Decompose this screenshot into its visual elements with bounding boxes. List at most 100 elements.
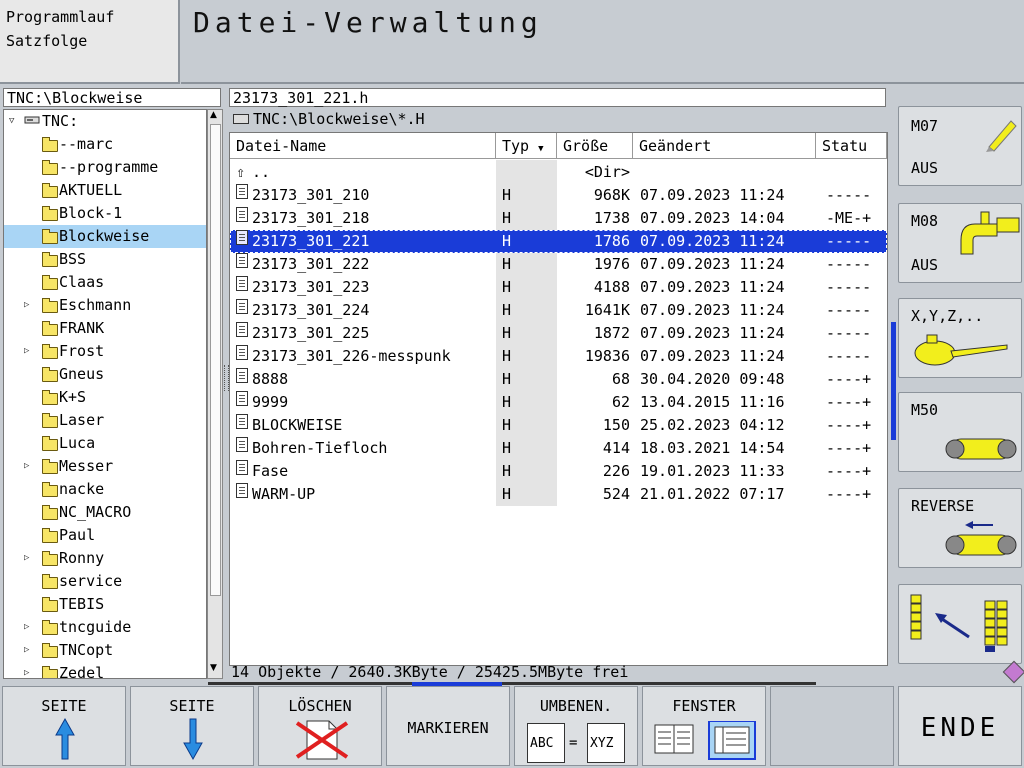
xyz-softkey[interactable]: X,Y,Z,.. [898,298,1022,378]
reverse-label: REVERSE [911,497,975,515]
reverse-softkey[interactable]: REVERSE [898,488,1022,568]
tree-folder-item[interactable]: FRANK [4,317,206,340]
up-directory-row[interactable]: ⇧ .. <Dir> [230,161,887,184]
tree-folder-item[interactable]: ▷ Zedel [4,662,206,678]
tree-folder-item[interactable]: --programme [4,156,206,179]
tree-folder-item[interactable]: --marc [4,133,206,156]
collapse-icon[interactable]: ▽ [9,110,14,133]
tree-folder-item[interactable]: Gneus [4,363,206,386]
expand-icon[interactable]: ▷ [24,340,29,363]
file-icon [236,253,248,268]
file-row[interactable]: 23173_301_221 H 1786 07.09.2023 11:24 ----- [230,230,887,253]
tree-folder-item[interactable]: TEBIS [4,593,206,616]
tree-folder-item[interactable]: Blockweise [4,225,206,248]
file-row[interactable]: 23173_301_226-messpunk H 19836 07.09.2023 1… [230,345,887,368]
file-row[interactable]: Fase H 226 19.01.2023 11:33 ----+ [230,460,887,483]
file-date: 18.03.2021 14:54 [640,437,785,460]
file-name: 23173_301_223 [252,278,370,296]
expand-icon[interactable]: ▷ [24,662,29,678]
file-table[interactable]: Datei-Name Typ ▼ Größe Geändert Statu ⇧ … [229,132,888,666]
file-type: H [502,324,512,342]
tree-folder-item[interactable]: ▷ Frost [4,340,206,363]
expand-icon[interactable]: ▷ [24,294,29,317]
file-row[interactable]: Bohren-Tiefloch H 414 18.03.2021 14:54 ----+ [230,437,887,460]
delete-softkey[interactable]: LÖSCHEN [258,686,382,766]
column-header-status[interactable]: Statu [816,133,887,159]
empty-softkey [770,686,894,766]
file-type: H [502,462,512,480]
m07-softkey[interactable]: M07 AUS [898,106,1022,186]
m08-softkey[interactable]: M08 AUS [898,203,1022,283]
file-status: ----+ [826,416,872,434]
tree-folder-item[interactable]: AKTUELL [4,179,206,202]
tree-folder-item[interactable]: Claas [4,271,206,294]
selected-file-field[interactable]: 23173_301_221.h [229,88,886,107]
directory-path-field[interactable]: TNC:\Blockweise [3,88,221,107]
folder-icon [42,574,58,589]
page-up-softkey[interactable]: SEITE [2,686,126,766]
tree-folder-item[interactable]: ▷ TNCopt [4,639,206,662]
scroll-thumb[interactable] [210,124,221,596]
column-header-size[interactable]: Größe [557,133,633,159]
expand-icon[interactable]: ▷ [24,616,29,639]
rename-softkey[interactable]: UMBENEN. ABC = XYZ [514,686,638,766]
mark-softkey[interactable]: MARKIEREN [386,686,510,766]
file-time-value: 11:24 [739,347,785,365]
tree-folder-item[interactable]: service [4,570,206,593]
tree-folder-item[interactable]: BSS [4,248,206,271]
tree-folder-item[interactable]: Block-1 [4,202,206,225]
expand-icon[interactable]: ▷ [24,639,29,662]
column-header-type[interactable]: Typ ▼ [496,133,557,159]
feed-override-softkey[interactable] [898,584,1022,664]
file-icon [236,230,248,245]
tree-folder-item[interactable]: ▷ Messer [4,455,206,478]
keyboard-indicator-icon [1002,660,1024,684]
scroll-down-icon[interactable]: ▼ [210,663,217,673]
tree-folder-item[interactable]: Paul [4,524,206,547]
file-date-value: 07.09.2023 [640,186,731,204]
file-type: H [502,347,512,365]
directory-tree[interactable]: ▽ TNC: --marc --programme AKTUELL Block-1 Bl… [3,109,207,679]
file-date: 07.09.2023 11:24 [640,322,785,345]
expand-icon[interactable]: ▷ [24,455,29,478]
file-row[interactable]: WARM-UP H 524 21.01.2022 07:17 ----+ [230,483,887,506]
file-row[interactable]: BLOCKWEISE H 150 25.02.2023 04:12 ----+ [230,414,887,437]
file-date-value: 25.02.2023 [640,416,731,434]
file-date: 07.09.2023 11:24 [640,230,785,253]
tree-folder-item[interactable]: ▷ tncguide [4,616,206,639]
column-header-name[interactable]: Datei-Name [230,133,496,159]
expand-icon[interactable]: ▷ [24,547,29,570]
tree-folder-item[interactable]: ▷ Ronny [4,547,206,570]
folder-icon [42,597,58,612]
file-status: ----- [826,324,872,342]
mode-line-1: Programmlauf [6,8,115,26]
file-size: 1976 [593,255,630,273]
file-icon [236,276,248,291]
scroll-up-icon[interactable]: ▲ [210,110,217,120]
rename-source-file-icon: ABC [527,723,565,763]
tree-folder-item[interactable]: Luca [4,432,206,455]
file-row[interactable]: 8888 H 68 30.04.2020 09:48 ----+ [230,368,887,391]
folder-icon [42,298,58,313]
file-row[interactable]: 23173_301_222 H 1976 07.09.2023 11:24 ----- [230,253,887,276]
file-row[interactable]: 23173_301_225 H 1872 07.09.2023 11:24 ----- [230,322,887,345]
file-row[interactable]: 23173_301_218 H 1738 07.09.2023 14:04 -ME-+ [230,207,887,230]
end-softkey[interactable]: ENDE [898,686,1022,766]
window-softkey[interactable]: FENSTER [642,686,766,766]
column-header-changed[interactable]: Geändert [633,133,816,159]
file-row[interactable]: 9999 H 62 13.04.2015 11:16 ----+ [230,391,887,414]
file-row[interactable]: 23173_301_224 H 1641K 07.09.2023 11:24 ----- [230,299,887,322]
tree-folder-label: tncguide [59,618,132,636]
tree-folder-item[interactable]: NC_MACRO [4,501,206,524]
tree-folder-item[interactable]: K+S [4,386,206,409]
page-down-softkey[interactable]: SEITE [130,686,254,766]
tree-folder-item[interactable]: nacke [4,478,206,501]
tree-root[interactable]: ▽ TNC: [4,110,206,133]
tree-folder-item[interactable]: ▷ Eschmann [4,294,206,317]
tree-folder-item[interactable]: Laser [4,409,206,432]
file-row[interactable]: 23173_301_223 H 4188 07.09.2023 11:24 ----- [230,276,887,299]
file-row[interactable]: 23173_301_210 H 968K 07.09.2023 11:24 ----- [230,184,887,207]
arrow-up-icon [55,717,75,760]
tree-scrollbar[interactable]: ▲ ▼ [207,109,223,679]
m50-softkey[interactable]: M50 [898,392,1022,472]
